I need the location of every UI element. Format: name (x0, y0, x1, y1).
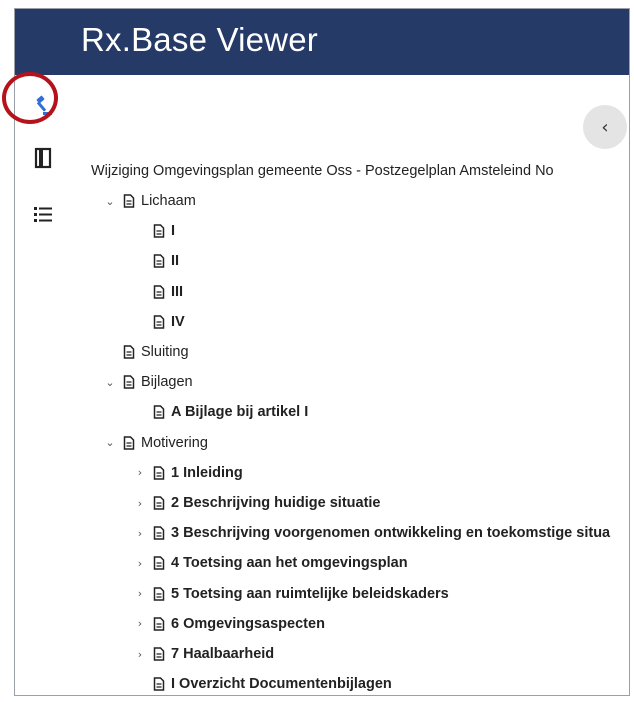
rail-button-list[interactable] (23, 199, 63, 233)
tree-node[interactable]: › 1 Inleiding (131, 461, 243, 485)
tree-node-label: IV (171, 313, 185, 330)
tree-node-label: Motivering (141, 434, 208, 451)
chevron-down-icon[interactable]: ⌄ (101, 195, 119, 208)
tree-node[interactable]: I Overzicht Documentenbijlagen (131, 672, 392, 695)
tree-node-label: 1 Inleiding (171, 464, 243, 481)
chevron-down-icon[interactable]: ⌄ (101, 376, 119, 389)
tree-node[interactable]: › 7 Haalbaarheid (131, 642, 274, 666)
document-icon (153, 526, 165, 540)
collapse-panel-button[interactable]: ‹ (583, 105, 627, 149)
tree-node[interactable]: ⌄ Motivering (101, 431, 208, 455)
tree-node-label: I Overzicht Documentenbijlagen (171, 676, 392, 693)
tree-node[interactable]: ⌄ Bijlagen (101, 370, 193, 394)
chevron-right-icon[interactable]: › (131, 497, 149, 510)
document-icon (153, 586, 165, 601)
document-icon (153, 677, 165, 691)
tree-node-label: A Bijlage bij artikel I (171, 404, 309, 421)
tree-node[interactable]: ⌄ Lichaam (101, 189, 196, 213)
document-icon (153, 617, 165, 631)
tree-node[interactable]: IV (131, 310, 185, 334)
tree-node[interactable]: II (131, 249, 179, 273)
chevron-right-icon[interactable]: › (131, 527, 149, 540)
tree-node[interactable]: › 5 Toetsing aan ruimtelijke beleidskader… (131, 582, 449, 606)
document-icon (123, 375, 135, 389)
book-icon (32, 146, 54, 175)
chevron-right-icon[interactable]: › (131, 557, 149, 570)
document-icon (153, 496, 165, 510)
document-icon (153, 315, 165, 329)
tree-node[interactable]: › 6 Omgevingsaspecten (131, 612, 325, 636)
chevron-down-icon[interactable]: ⌄ (101, 436, 119, 449)
list-icon (32, 203, 54, 230)
document-icon (153, 556, 165, 571)
tree-node-label: Bijlagen (141, 374, 193, 391)
tree-node-label: III (171, 283, 184, 300)
tree-node[interactable]: › 3 Beschrijving voorgenomen ontwikkeling… (131, 521, 610, 545)
tree-node-label: 5 Toetsing aan ruimtelijke beleidskaders (171, 585, 449, 602)
tree-node-label: Lichaam (141, 193, 196, 209)
tree-node[interactable]: A Bijlage bij artikel I (131, 400, 308, 424)
document-icon (153, 224, 165, 238)
chevron-right-icon[interactable]: › (131, 617, 149, 630)
rail-button-book[interactable] (23, 143, 63, 177)
tree-node-label: 6 Omgevingsaspecten (171, 615, 325, 632)
chevron-left-icon: ‹ (601, 116, 609, 138)
chevron-right-icon[interactable]: › (131, 648, 149, 661)
gavel-icon (31, 94, 55, 123)
document-icon (153, 405, 165, 420)
tree-node-label: 2 Beschrijving huidige situatie (171, 495, 381, 511)
document-icon (153, 284, 165, 299)
document-icon (123, 435, 135, 450)
tree-node-label: 4 Toetsing aan het omgevingsplan (171, 555, 408, 572)
side-rail (15, 75, 71, 695)
document-icon (123, 194, 135, 208)
app-title: Rx.Base Viewer (81, 21, 318, 58)
tree-node[interactable]: I (131, 219, 175, 243)
chevron-right-icon[interactable]: › (131, 466, 149, 479)
document-title[interactable]: Wijziging Omgevingsplan gemeente Oss - P… (91, 163, 554, 179)
tree-node-label: II (171, 253, 180, 270)
app-header: Rx.Base Viewer (15, 9, 629, 75)
tree-node[interactable]: › 2 Beschrijving huidige situatie (131, 491, 381, 515)
tree-node-label: 3 Beschrijving voorgenomen ontwikkeling … (171, 525, 611, 542)
document-icon (153, 254, 165, 269)
document-icon (153, 466, 165, 480)
tree-node-label: 7 Haalbaarheid (171, 646, 275, 662)
rail-button-regulation[interactable] (23, 91, 63, 125)
tree-node-label: I (171, 223, 176, 240)
document-icon (153, 647, 165, 661)
chevron-right-icon[interactable]: › (131, 587, 149, 600)
tree-node[interactable]: III (131, 280, 183, 304)
tree-node[interactable]: Sluiting (101, 340, 189, 364)
document-icon (123, 345, 135, 359)
app-window: Rx.Base Viewer ‹ Wijziging Omgevingsplan… (14, 8, 630, 696)
tree-node-label: Sluiting (141, 344, 189, 360)
tree-node[interactable]: › 4 Toetsing aan het omgevingsplan (131, 551, 408, 575)
